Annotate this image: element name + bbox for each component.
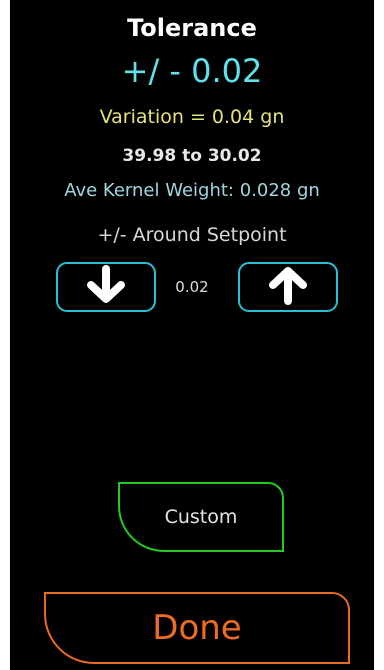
tolerance-screen: Tolerance +/ - 0.02 Variation = 0.04 gn … — [10, 0, 374, 670]
tolerance-value: +/ - 0.02 — [121, 52, 263, 90]
increase-tolerance-button[interactable] — [238, 262, 338, 312]
around-setpoint-label: +/- Around Setpoint — [97, 224, 287, 246]
range-text: 39.98 to 30.02 — [122, 146, 262, 166]
done-button[interactable]: Done — [44, 592, 350, 664]
step-value: 0.02 — [175, 278, 209, 296]
arrow-up-icon — [265, 265, 311, 309]
kernel-weight-text: Ave Kernel Weight: 0.028 gn — [64, 180, 320, 201]
custom-button[interactable]: Custom — [118, 482, 284, 552]
arrow-down-icon — [83, 265, 129, 309]
page-title: Tolerance — [127, 14, 257, 42]
variation-text: Variation = 0.04 gn — [99, 106, 285, 128]
decrease-tolerance-button[interactable] — [56, 262, 156, 312]
